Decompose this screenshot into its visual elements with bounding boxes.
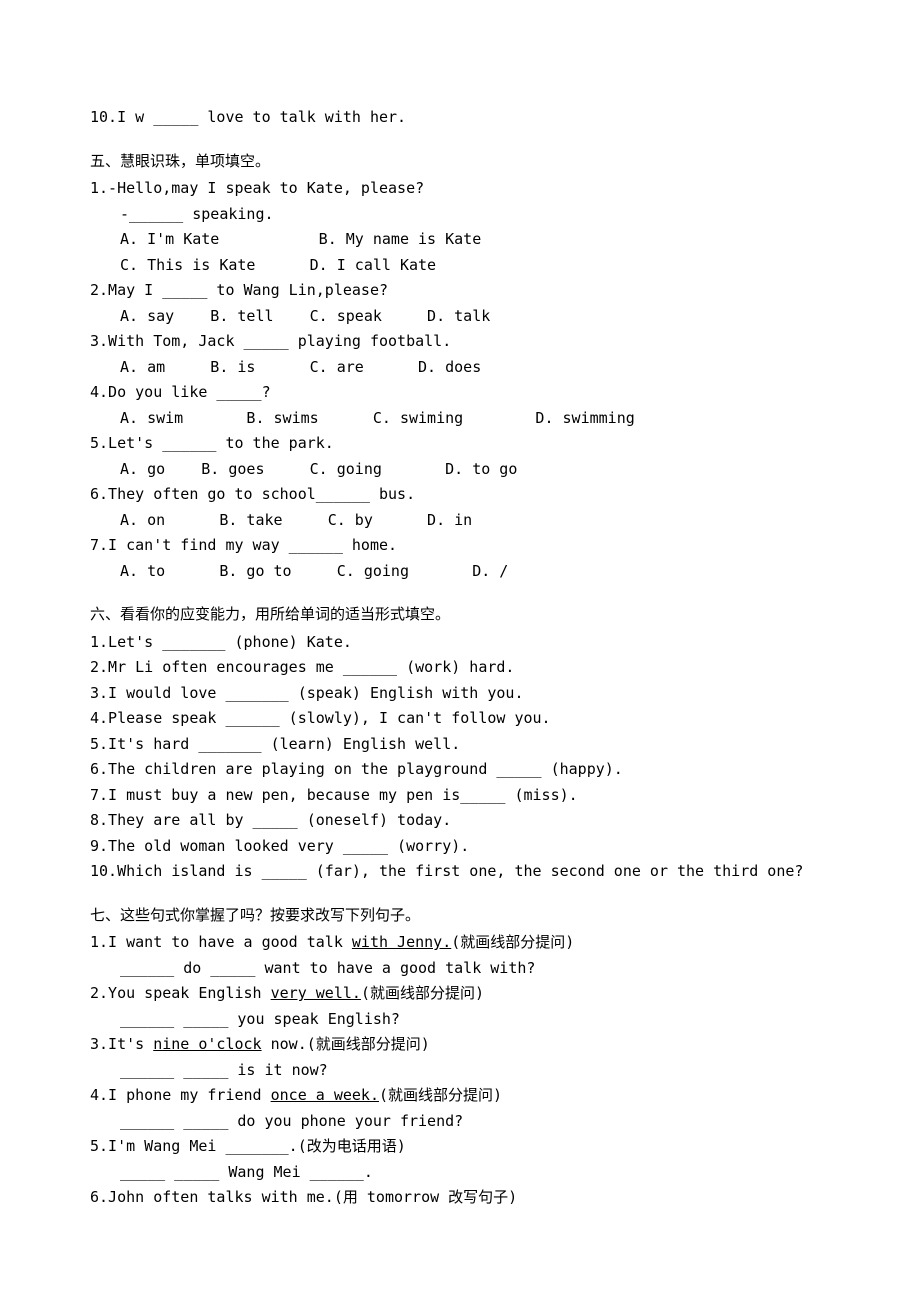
s7-q3-answer: ______ _____ is it now? bbox=[90, 1058, 830, 1084]
section-6-title: 六、看看你的应变能力，用所给单词的适当形式填空。 bbox=[90, 602, 830, 628]
s7-q6: 6.John often talks with me.(用 tomorrow 改… bbox=[90, 1185, 830, 1211]
s6-q3: 3.I would love _______ (speak) English w… bbox=[90, 681, 830, 707]
s5-q1-options-2: C. This is Kate D. I call Kate bbox=[90, 253, 830, 279]
section-5-title: 五、慧眼识珠，单项填空。 bbox=[90, 149, 830, 175]
s6-q6: 6.The children are playing on the playgr… bbox=[90, 757, 830, 783]
s5-q7-options: A. to B. go to C. going D. / bbox=[90, 559, 830, 585]
s7-q4-underline: once a week. bbox=[271, 1086, 379, 1104]
document-page: 10.I w _____ love to talk with her. 五、慧眼… bbox=[0, 0, 920, 1302]
s6-q5: 5.It's hard _______ (learn) English well… bbox=[90, 732, 830, 758]
s7-q5-answer: _____ _____ Wang Mei ______. bbox=[90, 1160, 830, 1186]
s5-q2: 2.May I _____ to Wang Lin,please? bbox=[90, 278, 830, 304]
s6-q4: 4.Please speak ______ (slowly), I can't … bbox=[90, 706, 830, 732]
s7-q2-answer: ______ _____ you speak English? bbox=[90, 1007, 830, 1033]
s5-q4: 4.Do you like _____? bbox=[90, 380, 830, 406]
s6-q2: 2.Mr Li often encourages me ______ (work… bbox=[90, 655, 830, 681]
s7-q4-a: 4.I phone my friend bbox=[90, 1086, 271, 1104]
s5-q1-line1: 1.-Hello,may I speak to Kate, please? bbox=[90, 176, 830, 202]
s7-q2: 2.You speak English very well.(就画线部分提问) bbox=[90, 981, 830, 1007]
s5-q6-options: A. on B. take C. by D. in bbox=[90, 508, 830, 534]
s5-q3-options: A. am B. is C. are D. does bbox=[90, 355, 830, 381]
s5-q7: 7.I can't find my way ______ home. bbox=[90, 533, 830, 559]
s5-q2-options: A. say B. tell C. speak D. talk bbox=[90, 304, 830, 330]
s7-q4: 4.I phone my friend once a week.(就画线部分提问… bbox=[90, 1083, 830, 1109]
s7-q1-b: (就画线部分提问) bbox=[451, 933, 574, 951]
s6-q10: 10.Which island is _____ (far), the firs… bbox=[90, 859, 830, 885]
s6-q8: 8.They are all by _____ (oneself) today. bbox=[90, 808, 830, 834]
s6-q7: 7.I must buy a new pen, because my pen i… bbox=[90, 783, 830, 809]
s6-q1: 1.Let's _______ (phone) Kate. bbox=[90, 630, 830, 656]
s5-q5-options: A. go B. goes C. going D. to go bbox=[90, 457, 830, 483]
s7-q3-a: 3.It's bbox=[90, 1035, 153, 1053]
s5-q4-options: A. swim B. swims C. swiming D. swimming bbox=[90, 406, 830, 432]
s7-q5: 5.I'm Wang Mei _______.(改为电话用语) bbox=[90, 1134, 830, 1160]
s7-q2-a: 2.You speak English bbox=[90, 984, 271, 1002]
s7-q3-underline: nine o'clock bbox=[153, 1035, 261, 1053]
section-7-title: 七、这些句式你掌握了吗？按要求改写下列句子。 bbox=[90, 903, 830, 929]
s7-q2-underline: very well. bbox=[271, 984, 361, 1002]
s7-q1-answer: ______ do _____ want to have a good talk… bbox=[90, 956, 830, 982]
s7-q4-b: (就画线部分提问) bbox=[379, 1086, 502, 1104]
s6-q9: 9.The old woman looked very _____ (worry… bbox=[90, 834, 830, 860]
s5-q3: 3.With Tom, Jack _____ playing football. bbox=[90, 329, 830, 355]
s7-q4-answer: ______ _____ do you phone your friend? bbox=[90, 1109, 830, 1135]
s5-q1-line2: -______ speaking. bbox=[90, 202, 830, 228]
s7-q1-underline: with Jenny. bbox=[352, 933, 451, 951]
s7-q3: 3.It's nine o'clock now.(就画线部分提问) bbox=[90, 1032, 830, 1058]
s7-q1: 1.I want to have a good talk with Jenny.… bbox=[90, 930, 830, 956]
s7-q3-b: now.(就画线部分提问) bbox=[262, 1035, 430, 1053]
s5-q5: 5.Let's ______ to the park. bbox=[90, 431, 830, 457]
s5-q1-options-1: A. I'm Kate B. My name is Kate bbox=[90, 227, 830, 253]
s7-q2-b: (就画线部分提问) bbox=[361, 984, 484, 1002]
s7-q1-a: 1.I want to have a good talk bbox=[90, 933, 352, 951]
question-10-top: 10.I w _____ love to talk with her. bbox=[90, 105, 830, 131]
s5-q6: 6.They often go to school______ bus. bbox=[90, 482, 830, 508]
